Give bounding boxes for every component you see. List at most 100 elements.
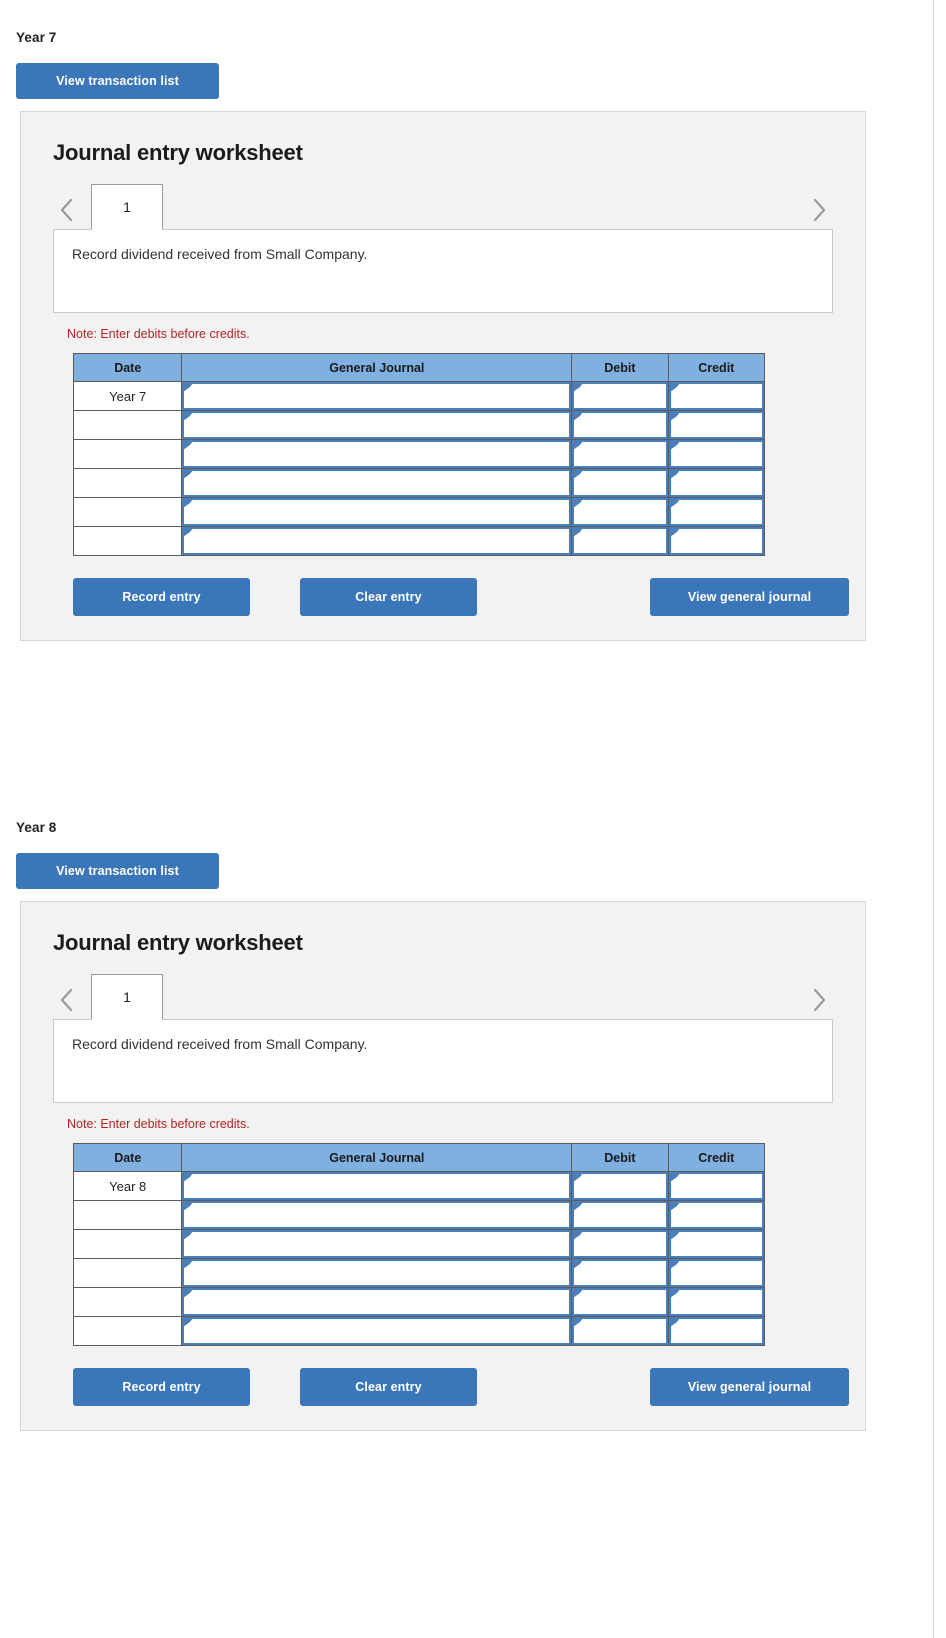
cell-credit[interactable] <box>667 1229 766 1259</box>
general-journal-input[interactable] <box>182 1317 572 1345</box>
cell-general-journal[interactable] <box>181 439 573 469</box>
cell-credit[interactable] <box>667 1287 766 1317</box>
cell-general-journal[interactable] <box>181 1316 573 1346</box>
cell-debit[interactable] <box>571 497 669 527</box>
view-transaction-list-button[interactable]: View transaction list <box>16 63 219 99</box>
debit-input[interactable] <box>572 411 668 439</box>
cell-general-journal[interactable] <box>181 497 573 527</box>
credit-input[interactable] <box>668 382 764 410</box>
cell-debit[interactable] <box>571 1316 669 1346</box>
debit-input[interactable] <box>572 440 668 468</box>
worksheet-tab-1[interactable]: 1 <box>91 184 163 230</box>
transaction-description: Record dividend received from Small Comp… <box>53 1019 833 1103</box>
cell-general-journal[interactable] <box>181 1200 573 1230</box>
cell-debit[interactable] <box>571 468 669 498</box>
cell-credit[interactable] <box>667 439 766 469</box>
cell-credit[interactable] <box>667 1316 766 1346</box>
cell-general-journal[interactable] <box>181 1171 573 1201</box>
credit-input[interactable] <box>668 1317 764 1345</box>
credit-input[interactable] <box>668 1259 764 1287</box>
cell-debit[interactable] <box>571 410 669 440</box>
cell-debit[interactable] <box>571 381 669 411</box>
clear-entry-button[interactable]: Clear entry <box>300 1368 477 1406</box>
chevron-left-icon[interactable] <box>53 190 81 230</box>
general-journal-input[interactable] <box>182 1230 572 1258</box>
credit-input[interactable] <box>668 1201 764 1229</box>
record-entry-button[interactable]: Record entry <box>73 578 250 616</box>
journal-table-wrap: Date General Journal Debit Credit Year 8 <box>72 1143 865 1346</box>
cell-general-journal[interactable] <box>181 1258 573 1288</box>
journal-table-head: Date General Journal Debit Credit <box>72 353 766 382</box>
debit-input[interactable] <box>572 1259 668 1287</box>
general-journal-input[interactable] <box>182 469 572 497</box>
general-journal-input[interactable] <box>182 1259 572 1287</box>
credit-input[interactable] <box>668 411 764 439</box>
cell-date <box>72 468 183 498</box>
journal-section-year-7: Year 7 View transaction list Journal ent… <box>0 30 946 641</box>
cell-debit[interactable] <box>571 1229 669 1259</box>
cell-date <box>72 1287 183 1317</box>
debit-input[interactable] <box>572 469 668 497</box>
cell-credit[interactable] <box>667 1200 766 1230</box>
credit-input[interactable] <box>668 440 764 468</box>
worksheet-pager: 1 <box>21 974 865 1020</box>
general-journal-input[interactable] <box>182 1172 572 1200</box>
cell-debit[interactable] <box>571 1171 669 1201</box>
credit-input[interactable] <box>668 469 764 497</box>
debit-input[interactable] <box>572 1172 668 1200</box>
table-row: Year 7 <box>72 381 766 411</box>
cell-general-journal[interactable] <box>181 1287 573 1317</box>
record-entry-button[interactable]: Record entry <box>73 1368 250 1406</box>
view-transaction-list-button[interactable]: View transaction list <box>16 853 219 889</box>
credit-input[interactable] <box>668 498 764 526</box>
general-journal-input[interactable] <box>182 498 572 526</box>
table-header-row: Date General Journal Debit Credit <box>72 353 766 382</box>
table-row <box>72 468 766 498</box>
cell-debit[interactable] <box>571 526 669 556</box>
credit-input[interactable] <box>668 1230 764 1258</box>
clear-entry-button[interactable]: Clear entry <box>300 578 477 616</box>
cell-general-journal[interactable] <box>181 410 573 440</box>
debit-input[interactable] <box>572 1288 668 1316</box>
debit-input[interactable] <box>572 527 668 555</box>
view-general-journal-button[interactable]: View general journal <box>650 578 849 616</box>
debit-input[interactable] <box>572 498 668 526</box>
cell-debit[interactable] <box>571 439 669 469</box>
chevron-right-icon[interactable] <box>805 980 833 1020</box>
debit-input[interactable] <box>572 1201 668 1229</box>
cell-general-journal[interactable] <box>181 526 573 556</box>
view-general-journal-button[interactable]: View general journal <box>650 1368 849 1406</box>
debit-input[interactable] <box>572 1230 668 1258</box>
worksheet-tab-1[interactable]: 1 <box>91 974 163 1020</box>
general-journal-input[interactable] <box>182 411 572 439</box>
cell-credit[interactable] <box>667 526 766 556</box>
credit-input[interactable] <box>668 1172 764 1200</box>
table-row <box>72 497 766 527</box>
cell-credit[interactable] <box>667 1171 766 1201</box>
chevron-right-icon[interactable] <box>805 190 833 230</box>
general-journal-input[interactable] <box>182 1288 572 1316</box>
debit-input[interactable] <box>572 382 668 410</box>
cell-credit[interactable] <box>667 497 766 527</box>
cell-debit[interactable] <box>571 1200 669 1230</box>
cell-credit[interactable] <box>667 381 766 411</box>
credit-input[interactable] <box>668 527 764 555</box>
cell-general-journal[interactable] <box>181 468 573 498</box>
cell-debit[interactable] <box>571 1258 669 1288</box>
cell-credit[interactable] <box>667 410 766 440</box>
general-journal-input[interactable] <box>182 382 572 410</box>
chevron-left-icon[interactable] <box>53 980 81 1020</box>
table-header-row: Date General Journal Debit Credit <box>72 1143 766 1172</box>
journal-entry-table: Date General Journal Debit Credit Year 8 <box>72 1143 766 1346</box>
credit-input[interactable] <box>668 1288 764 1316</box>
journal-table-head: Date General Journal Debit Credit <box>72 1143 766 1172</box>
cell-general-journal[interactable] <box>181 381 573 411</box>
cell-debit[interactable] <box>571 1287 669 1317</box>
general-journal-input[interactable] <box>182 1201 572 1229</box>
debit-input[interactable] <box>572 1317 668 1345</box>
cell-credit[interactable] <box>667 468 766 498</box>
cell-credit[interactable] <box>667 1258 766 1288</box>
general-journal-input[interactable] <box>182 440 572 468</box>
cell-general-journal[interactable] <box>181 1229 573 1259</box>
general-journal-input[interactable] <box>182 527 572 555</box>
